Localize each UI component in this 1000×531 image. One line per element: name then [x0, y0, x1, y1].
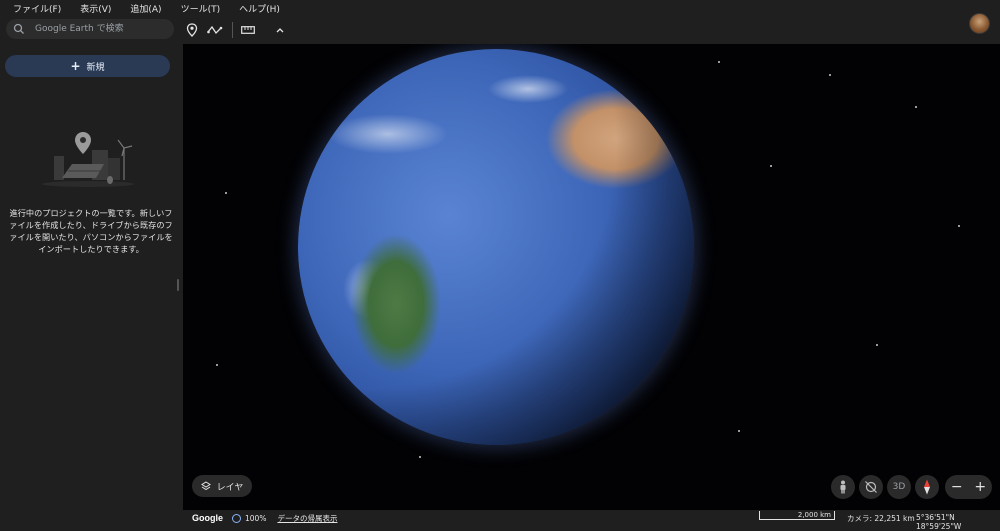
compass-button[interactable] — [915, 475, 939, 499]
menu-tools[interactable]: ツール(T) — [181, 2, 221, 15]
star — [876, 344, 878, 346]
load-percent: 100% — [245, 513, 267, 523]
compass-icon — [924, 479, 930, 495]
layers-button[interactable]: レイヤ — [192, 475, 252, 497]
menu-add[interactable]: 追加(A) — [130, 2, 161, 15]
zoom-in-button[interactable]: + — [974, 479, 986, 495]
google-logo: Google — [192, 513, 223, 523]
attribution-link[interactable]: データの帰属表示 — [277, 513, 337, 524]
menu-help[interactable]: ヘルプ(H) — [239, 2, 280, 15]
zoom-out-button[interactable]: − — [951, 479, 963, 495]
street-view-button[interactable] — [831, 475, 855, 499]
star — [829, 74, 831, 76]
toolbar — [0, 16, 1000, 44]
star — [770, 165, 772, 167]
path-icon — [207, 25, 223, 35]
add-placemark-button[interactable] — [183, 21, 201, 39]
layers-label: レイヤ — [216, 482, 244, 493]
search-box[interactable] — [6, 19, 174, 39]
plus-icon: + — [70, 59, 81, 73]
globe-night-shading — [298, 49, 694, 445]
pegman-icon — [840, 480, 846, 494]
search-icon — [13, 23, 24, 34]
menu-view[interactable]: 表示(V) — [80, 2, 111, 15]
star — [915, 106, 917, 108]
expand-toolbar-button[interactable] — [271, 21, 289, 39]
ruler-icon — [241, 26, 255, 34]
menu-file[interactable]: ファイル(F) — [13, 2, 61, 15]
reset-tilt-button[interactable] — [859, 475, 883, 499]
status-bar: Google 100% データの帰属表示 2,000 km カメラ: 22,25… — [183, 510, 1000, 531]
camera-altitude: カメラ: 22,251 km — [847, 514, 915, 523]
star — [958, 225, 960, 227]
empty-projects-message: 進行中のプロジェクトの一覧です。新しいファイルを作成したり、ドライブから既存のフ… — [9, 208, 173, 254]
draw-path-button[interactable] — [206, 21, 224, 39]
loading-indicator-icon — [232, 513, 241, 523]
projects-sidebar: + 新規 進行中のプロジェクトの一覧です。新しいファイルを作成したり、ドライブか… — [0, 44, 182, 526]
toggle-3d-button[interactable]: 3D — [887, 475, 911, 499]
sidebar-resize-handle[interactable] — [177, 279, 179, 291]
star — [718, 61, 720, 63]
search-input[interactable] — [33, 23, 167, 35]
chevron-up-icon — [276, 28, 284, 33]
3d-label: 3D — [892, 482, 906, 492]
star — [225, 192, 227, 194]
empty-projects-illustration — [42, 132, 134, 187]
new-project-button[interactable]: + 新規 — [5, 55, 170, 77]
toolbar-divider — [232, 22, 233, 38]
zoom-controls: − + — [945, 475, 992, 499]
cursor-coordinates: 5°36'51"N 18°59'25"W — [916, 513, 962, 531]
placemark-icon — [186, 23, 198, 37]
earth-viewport[interactable]: レイヤ 3D − + — [183, 44, 1000, 510]
star — [738, 430, 740, 432]
layers-icon — [200, 481, 211, 491]
orbit-off-icon — [865, 481, 877, 493]
scale-bar[interactable]: 2,000 km — [759, 511, 835, 520]
menu-bar: ファイル(F) 表示(V) 追加(A) ツール(T) ヘルプ(H) — [0, 0, 1000, 16]
measure-button[interactable] — [239, 21, 257, 39]
new-project-label: 新規 — [86, 62, 105, 73]
star — [216, 364, 218, 366]
star — [419, 456, 421, 458]
